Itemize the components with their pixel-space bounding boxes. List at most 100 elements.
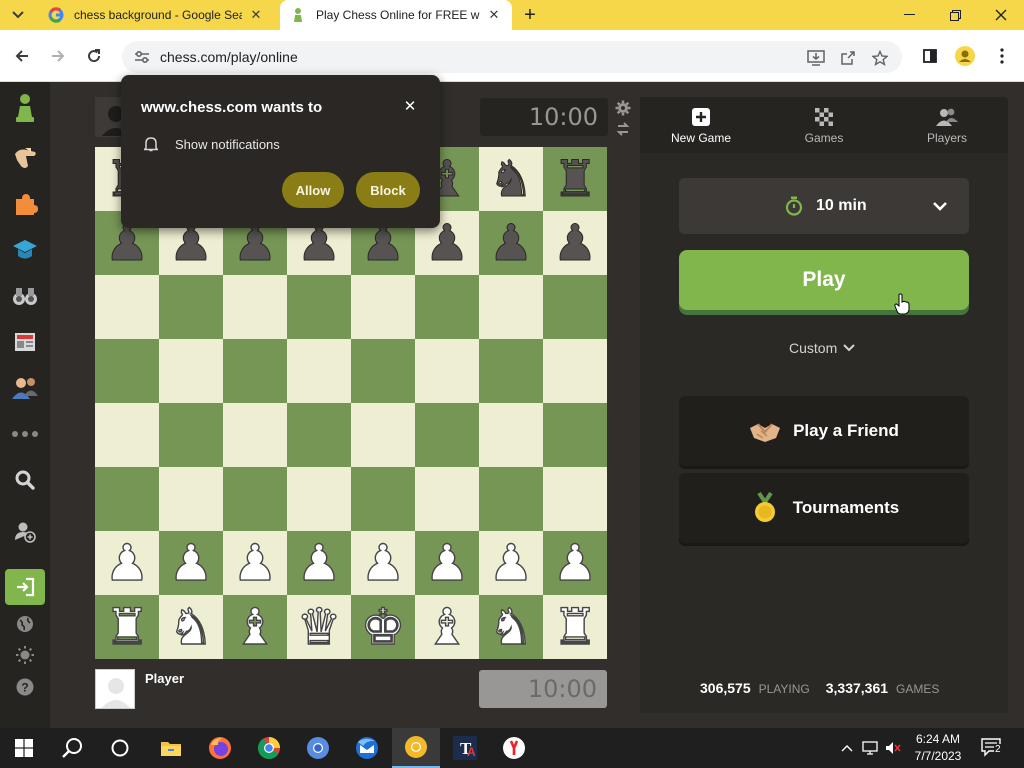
white-bishop-icon[interactable]: ♝ <box>232 601 278 652</box>
sidebar-learn[interactable] <box>5 232 45 268</box>
white-pawn-icon[interactable]: ♟ <box>104 537 150 588</box>
profile-button[interactable] <box>951 42 979 70</box>
white-rook-icon[interactable]: ♜ <box>552 601 598 652</box>
install-app-icon[interactable] <box>807 49 825 67</box>
square-b6[interactable] <box>159 275 223 339</box>
square-g6[interactable] <box>479 275 543 339</box>
square-a1[interactable]: ♜ <box>95 595 159 659</box>
black-pawn-icon[interactable]: ♟ <box>488 218 534 269</box>
white-pawn-icon[interactable]: ♟ <box>552 537 598 588</box>
square-d3[interactable] <box>287 467 351 531</box>
sidebar-sign-up[interactable] <box>5 514 45 550</box>
white-knight-icon[interactable]: ♞ <box>488 601 534 652</box>
square-g5[interactable] <box>479 339 543 403</box>
square-b2[interactable]: ♟ <box>159 531 223 595</box>
square-f4[interactable] <box>415 403 479 467</box>
play-button[interactable]: Play <box>679 250 969 310</box>
close-icon[interactable]: ✕ <box>401 97 419 115</box>
square-g1[interactable]: ♞ <box>479 595 543 659</box>
square-h1[interactable]: ♜ <box>543 595 607 659</box>
flip-board-icon[interactable] <box>614 120 632 138</box>
tab-search-button[interactable] <box>6 4 30 26</box>
bookmark-star-icon[interactable] <box>871 49 889 67</box>
site-info-icon[interactable] <box>134 49 150 65</box>
network-icon[interactable] <box>861 738 879 758</box>
taskbar-text-app[interactable]: TA <box>441 728 489 768</box>
square-h5[interactable] <box>543 339 607 403</box>
tab-players[interactable]: Players <box>886 97 1008 153</box>
close-window-button[interactable] <box>978 0 1024 30</box>
restore-button[interactable] <box>932 0 978 30</box>
square-f5[interactable] <box>415 339 479 403</box>
sidebar-social[interactable] <box>5 370 45 406</box>
action-center-button[interactable]: 2 <box>980 736 1006 760</box>
square-a6[interactable] <box>95 275 159 339</box>
white-pawn-icon[interactable]: ♟ <box>296 537 342 588</box>
square-d5[interactable] <box>287 339 351 403</box>
block-button[interactable]: Block <box>356 172 420 208</box>
tab-new-game[interactable]: New Game <box>640 97 762 153</box>
square-a5[interactable] <box>95 339 159 403</box>
square-h3[interactable] <box>543 467 607 531</box>
browser-menu-button[interactable] <box>988 42 1016 70</box>
square-c2[interactable]: ♟ <box>223 531 287 595</box>
square-b1[interactable]: ♞ <box>159 595 223 659</box>
sidebar-help[interactable]: ? <box>5 669 45 705</box>
square-e5[interactable] <box>351 339 415 403</box>
forward-button[interactable] <box>44 42 72 70</box>
black-knight-icon[interactable]: ♞ <box>488 154 534 205</box>
square-d4[interactable] <box>287 403 351 467</box>
board-settings-gear-icon[interactable] <box>614 99 632 117</box>
time-control-select[interactable]: 10 min <box>679 178 969 234</box>
black-rook-icon[interactable]: ♜ <box>552 154 598 205</box>
share-icon[interactable] <box>839 49 857 67</box>
square-d2[interactable]: ♟ <box>287 531 351 595</box>
square-h7[interactable]: ♟ <box>543 211 607 275</box>
taskbar-clock[interactable]: 6:24 AM 7/7/2023 <box>908 731 968 765</box>
square-a4[interactable] <box>95 403 159 467</box>
close-tab-icon[interactable]: ✕ <box>486 7 502 23</box>
square-f6[interactable] <box>415 275 479 339</box>
taskbar-chrome[interactable] <box>245 728 293 768</box>
taskbar-yandex[interactable] <box>490 728 538 768</box>
sidebar-news[interactable] <box>5 324 45 360</box>
square-h4[interactable] <box>543 403 607 467</box>
white-pawn-icon[interactable]: ♟ <box>488 537 534 588</box>
taskbar-file-explorer[interactable] <box>147 728 195 768</box>
square-c1[interactable]: ♝ <box>223 595 287 659</box>
square-e3[interactable] <box>351 467 415 531</box>
close-tab-icon[interactable]: ✕ <box>248 7 264 23</box>
taskbar-search-button[interactable] <box>48 728 96 768</box>
square-c3[interactable] <box>223 467 287 531</box>
volume-muted-icon[interactable] <box>884 738 902 758</box>
square-g2[interactable]: ♟ <box>479 531 543 595</box>
square-d1[interactable]: ♛ <box>287 595 351 659</box>
tournaments-button[interactable]: Tournaments <box>679 473 969 543</box>
square-e1[interactable]: ♚ <box>351 595 415 659</box>
white-pawn-icon[interactable]: ♟ <box>424 537 470 588</box>
white-rook-icon[interactable]: ♜ <box>104 601 150 652</box>
reload-button[interactable] <box>80 42 108 70</box>
task-view-button[interactable] <box>96 728 144 768</box>
sidebar-theme[interactable] <box>5 637 45 673</box>
square-f1[interactable]: ♝ <box>415 595 479 659</box>
new-tab-button[interactable]: + <box>518 3 542 27</box>
start-button[interactable] <box>0 728 48 768</box>
white-queen-icon[interactable]: ♛ <box>296 601 342 652</box>
white-bishop-icon[interactable]: ♝ <box>424 601 470 652</box>
square-g7[interactable]: ♟ <box>479 211 543 275</box>
sidebar-play[interactable] <box>5 140 45 176</box>
square-g3[interactable] <box>479 467 543 531</box>
back-button[interactable] <box>8 42 36 70</box>
square-h6[interactable] <box>543 275 607 339</box>
square-h2[interactable]: ♟ <box>543 531 607 595</box>
square-c6[interactable] <box>223 275 287 339</box>
minimize-button[interactable] <box>886 0 932 30</box>
taskbar-thunderbird[interactable] <box>343 728 391 768</box>
sidebar-log-in[interactable] <box>5 569 45 605</box>
tray-overflow-icon[interactable] <box>838 738 856 758</box>
play-a-friend-button[interactable]: Play a Friend <box>679 396 969 466</box>
square-a3[interactable] <box>95 467 159 531</box>
square-g8[interactable]: ♞ <box>479 147 543 211</box>
taskbar-chromium[interactable] <box>294 728 342 768</box>
